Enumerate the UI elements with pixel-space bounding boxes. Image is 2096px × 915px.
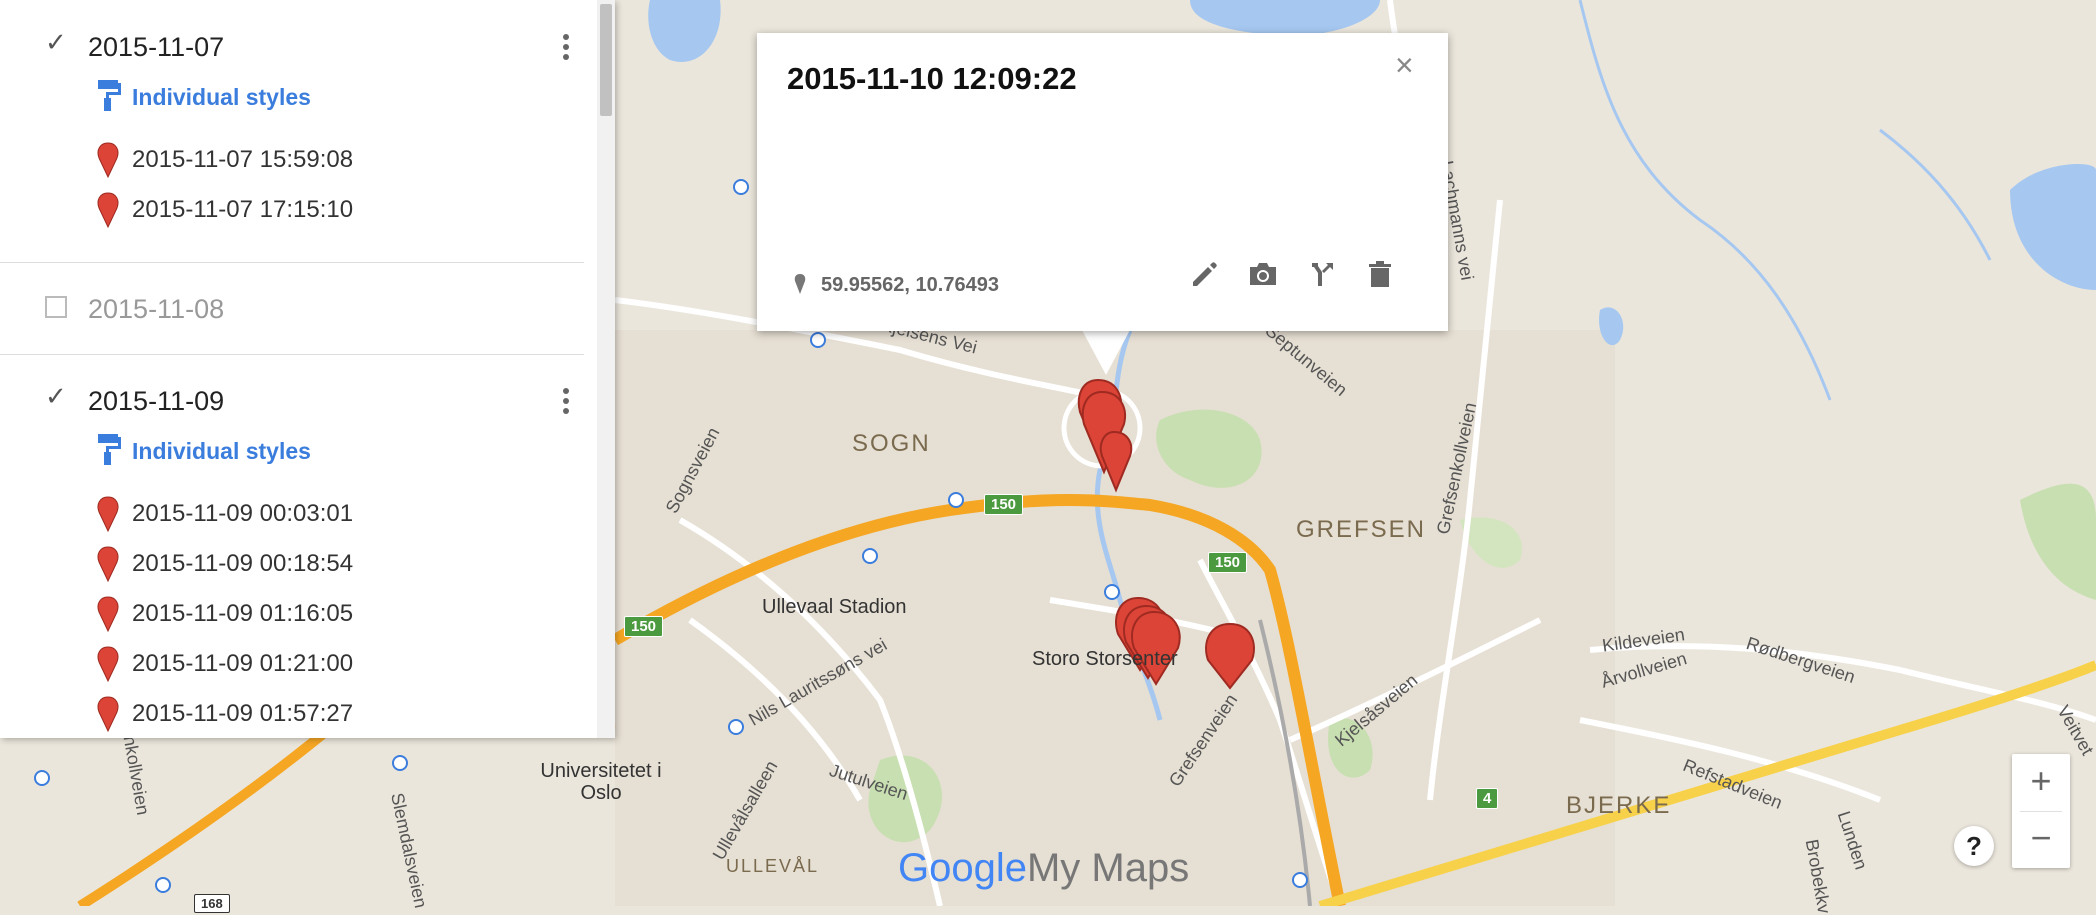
layer-divider [0,354,584,355]
scrollbar-thumb[interactable] [600,4,612,116]
paint-roller-icon [98,434,121,465]
layer-options-icon[interactable] [556,384,576,424]
red-marker-icon [97,596,119,632]
feature-item[interactable]: 2015-11-09 00:03:01 [96,496,576,536]
feature-label: 2015-11-09 00:03:01 [132,500,354,527]
feature-item[interactable]: 2015-11-09 01:57:27 [96,696,576,736]
brand-mymaps: My Maps [1026,846,1190,890]
red-marker-icon [97,496,119,532]
individual-styles-link[interactable]: Individual styles [132,84,311,111]
popup-pointer [1082,330,1130,375]
feature-label: 2015-11-07 17:15:10 [132,196,354,223]
close-icon[interactable]: × [1395,47,1414,84]
layer-title[interactable]: 2015-11-07 [88,32,224,63]
edit-icon[interactable] [1187,256,1223,292]
zoom-control: + − [2012,754,2070,868]
red-marker-icon [97,142,119,178]
layer-header-2015-11-07: ✓ 2015-11-07 [0,16,590,76]
layer-title[interactable]: 2015-11-09 [88,386,224,417]
red-marker-icon [97,546,119,582]
area-label-sogn: SOGN [852,430,931,457]
feature-label: 2015-11-09 01:57:27 [132,700,354,727]
area-label-bjerke: BJERKE [1566,792,1672,819]
popup-coordinates: 59.95562, 10.76493 [821,274,999,296]
delete-icon[interactable] [1362,256,1398,292]
poi-ullevaal-stadion[interactable]: Ullevaal Stadion [762,596,907,619]
red-marker-icon [97,192,119,228]
road-badge-150-a: 150 [984,494,1024,515]
camera-icon[interactable] [1245,256,1281,292]
feature-label: 2015-11-09 00:18:54 [132,550,354,577]
google-my-maps-logo: GoogleMy Maps [898,846,1189,891]
area-label-grefsen: GREFSEN [1296,516,1427,543]
road-badge-4: 4 [1476,788,1499,809]
road-badge-150-c: 150 [624,616,664,637]
brand-google: Google [898,846,1027,890]
poi-storo-storsenter[interactable]: Storo Storsenter [1032,648,1178,671]
layer-checkbox-2015-11-09[interactable]: ✓ [45,383,69,409]
layers-panel: ✓ 2015-11-07 Individual styles 2015-11-0… [0,0,615,738]
paint-roller-icon [98,80,121,111]
feature-item[interactable]: 2015-11-09 00:18:54 [96,546,576,586]
zoom-in-button[interactable]: + [2012,754,2070,811]
zoom-out-button[interactable]: − [2012,811,2070,868]
layer-header-2015-11-08: 2015-11-08 [0,278,590,338]
popup-title: 2015-11-10 12:09:22 [787,61,1077,96]
help-button[interactable]: ? [1954,826,1994,866]
feature-item[interactable]: 2015-11-09 01:16:05 [96,596,576,636]
red-marker-icon [97,696,119,732]
feature-item[interactable]: 2015-11-07 15:59:08 [96,142,576,182]
info-popup: 2015-11-10 12:09:22 × 59.95562, 10.76493 [757,33,1448,331]
feature-item[interactable]: 2015-11-09 01:21:00 [96,646,576,686]
layer-checkbox-2015-11-08[interactable] [45,296,67,318]
feature-item[interactable]: 2015-11-07 17:15:10 [96,192,576,232]
individual-styles-link[interactable]: Individual styles [132,438,311,465]
road-badge-150-b: 150 [1208,552,1248,573]
feature-label: 2015-11-09 01:16:05 [132,600,354,627]
poi-universitetet[interactable]: Universitetet i Oslo [536,760,666,804]
red-marker-icon [97,646,119,682]
layer-divider [0,262,584,263]
feature-label: 2015-11-07 15:59:08 [132,146,354,173]
layer-options-icon[interactable] [556,30,576,70]
feature-label: 2015-11-09 01:21:00 [132,650,354,677]
area-label-ullevaal: ULLEVÅL [726,856,820,876]
directions-icon[interactable] [1304,256,1340,292]
layer-checkbox-2015-11-07[interactable]: ✓ [45,29,69,55]
layer-title[interactable]: 2015-11-08 [88,294,224,325]
road-badge-168: 168 [194,894,230,913]
poi-universitetet-text: Universitetet i Oslo [540,760,662,804]
layer-header-2015-11-09: ✓ 2015-11-09 [0,370,590,430]
location-pin-icon [794,274,806,294]
